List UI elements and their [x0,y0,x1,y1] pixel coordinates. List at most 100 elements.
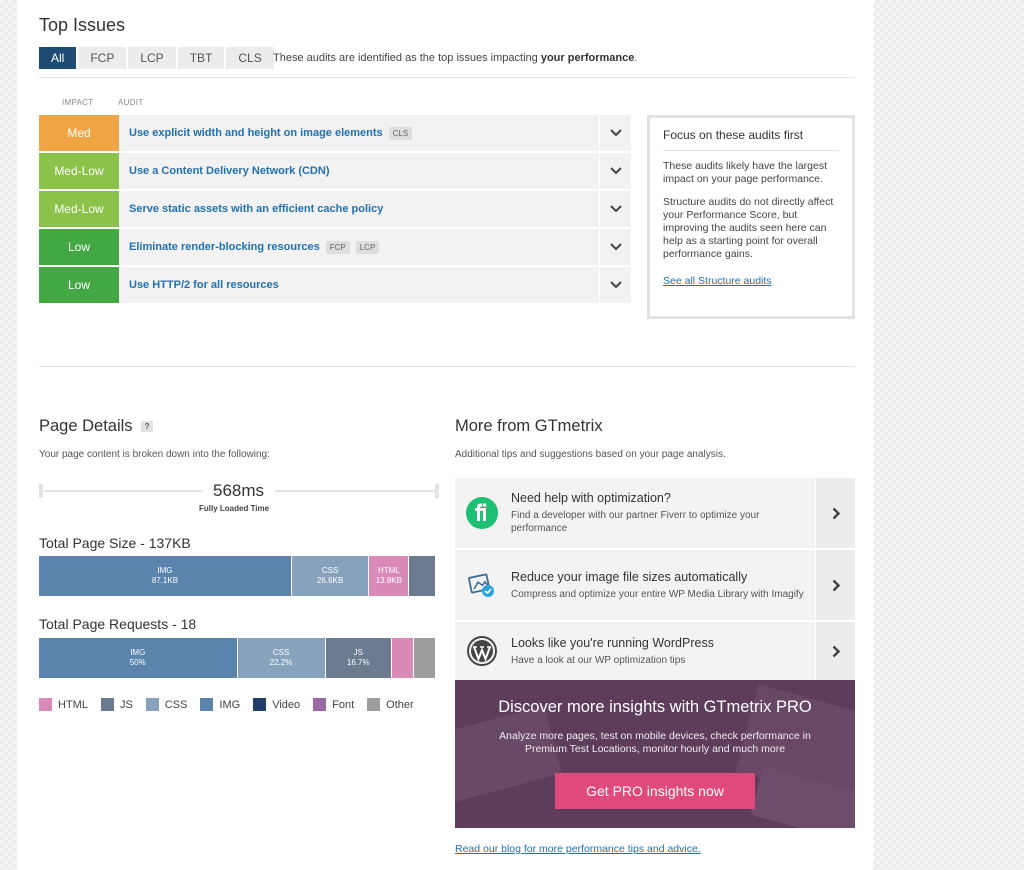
expand-button[interactable] [599,229,631,265]
legend-label: Font [332,698,355,711]
segment-value: 13.8KB [375,576,402,585]
bar-segment [391,638,415,678]
top-issues-title: Top Issues [39,15,126,35]
segment-label: JS [353,648,363,657]
bar-segment: CSS 22.2% [237,638,326,678]
fiverr-icon [466,497,498,529]
audit-title: Eliminate render-blocking resources [129,241,320,253]
tabs-note-bold: your performance [540,52,635,64]
audit-row-image-dimensions[interactable]: Med Use explicit width and height on ima… [39,115,631,151]
pro-title: Discover more insights with GTmetrix PRO [498,698,812,716]
audit-title: Use explicit width and height on image e… [129,127,383,139]
audit-title-wrap: Use a Content Delivery Network (CDN) [119,165,599,177]
page-details-subtitle: Your page content is broken down into th… [39,449,270,460]
card-desc: Find a developer with our partner Fiverr… [511,510,760,534]
tabs-note-suffix: . [634,52,638,64]
chevron-down-icon [609,205,622,213]
pro-desc: Analyze more pages, test on mobile devic… [499,730,811,755]
segment-label: CSS [321,566,339,575]
segment-label: IMG [130,648,146,657]
card-text: Need help with optimization? Find a deve… [509,491,815,535]
legend-item: Other [367,698,414,711]
card-arrow-button[interactable] [815,478,855,548]
gtmetrix-pro-banner: Discover more insights with GTmetrix PRO… [455,680,855,828]
fully-loaded-label: Fully Loaded Time [199,504,270,513]
card-text: Looks like you're running WordPress Have… [509,636,815,667]
audit-title-wrap: Serve static assets with an efficient ca… [119,203,599,215]
chevron-right-icon [832,579,840,591]
legend-item: Video [253,698,300,711]
bar-segment [414,638,436,678]
legend-item: Font [313,698,354,711]
chevron-down-icon [609,167,622,175]
audit-column-header: AUDIT [118,98,144,107]
wordpress-icon [467,636,497,666]
tab-fcp[interactable]: FCP [78,47,127,69]
impact-badge: Low [39,229,119,265]
metric-tag: LCP [355,240,380,254]
audit-row-cdn[interactable]: Med-Low Use a Content Delivery Network (… [39,153,631,189]
legend-item: JS [100,698,133,711]
impact-badge: Med [39,115,119,151]
bar-segment: IMG 87.1KB [39,556,292,596]
chevron-down-icon [609,243,622,251]
card-icon-wrap [455,497,509,529]
legend-swatch [200,698,214,711]
bar-segment: JS 16.7% [325,638,392,678]
audit-row-cache-policy[interactable]: Med-Low Serve static assets with an effi… [39,191,631,227]
page-details-header: Page Details ? [39,417,154,436]
help-icon[interactable]: ? [140,421,154,432]
card-arrow-button[interactable] [815,622,855,680]
wordpress-card[interactable]: Looks like you're running WordPress Have… [455,622,855,680]
tabs-note: These audits are identified as the top i… [273,52,637,64]
chevron-right-icon [832,645,840,657]
fiverr-card[interactable]: Need help with optimization? Find a deve… [455,478,855,548]
timeline-end-cap [435,484,439,498]
tab-tbt[interactable]: TBT [177,47,225,69]
tab-lcp[interactable]: LCP [128,47,176,69]
report-panel: Top Issues All FCP LCP TBT CLS These aud… [17,0,873,870]
page-requests-bar: IMG 50% CSS 22.2% JS 16.7% [39,638,436,678]
imagify-card[interactable]: Reduce your image file sizes automatical… [455,550,855,620]
see-structure-audits-link[interactable]: See all Structure audits [663,275,772,287]
card-arrow-button[interactable] [815,550,855,620]
audit-title-wrap: Use explicit width and height on image e… [119,126,599,140]
focus-audits-box: Focus on these audits first These audits… [647,115,855,319]
segment-label: HTML [377,566,400,575]
audit-row-render-blocking[interactable]: Low Eliminate render-blocking resources … [39,229,631,265]
blog-link[interactable]: Read our blog for more performance tips … [455,843,701,855]
bar-segment: HTML 13.8KB [369,556,410,596]
expand-button[interactable] [599,115,631,151]
get-pro-button[interactable]: Get PRO insights now [555,773,755,809]
expand-button[interactable] [599,267,631,303]
legend-label: Other [386,698,414,711]
segment-label: CSS [272,648,290,657]
legend-swatch [100,698,114,711]
impact-column-header: IMPACT [62,98,94,107]
legend-label: IMG [219,698,241,711]
tab-cls[interactable]: CLS [226,47,274,69]
card-text: Reduce your image file sizes automatical… [509,570,815,601]
legend-label: HTML [58,698,88,711]
segment-value: 16.7% [346,658,370,667]
expand-button[interactable] [599,153,631,189]
page-requests-title: Total Page Requests - 18 [39,616,197,632]
segment-label: IMG [157,566,173,575]
audit-title: Use HTTP/2 for all resources [129,279,279,291]
more-title: More from GTmetrix [455,417,603,435]
card-title: Reduce your image file sizes automatical… [511,569,748,584]
page-details-title: Page Details [39,417,133,435]
expand-button[interactable] [599,191,631,227]
card-title: Need help with optimization? [511,491,671,505]
bar-segment [409,556,436,596]
focus-text-2: Structure audits do not directly affect … [663,196,834,260]
legend-swatch [39,698,52,711]
tab-all[interactable]: All [39,47,77,69]
audit-row-http2[interactable]: Low Use HTTP/2 for all resources [39,267,631,303]
page-size-title: Total Page Size - 137KB [39,535,191,551]
metric-tag: CLS [388,126,413,140]
segment-value: 22.2% [269,658,293,667]
card-desc: Have a look at our WP optimization tips [511,654,686,666]
focus-text-1: These audits likely have the largest imp… [663,160,828,185]
issue-filter-tabs: All FCP LCP TBT CLS [39,47,276,69]
